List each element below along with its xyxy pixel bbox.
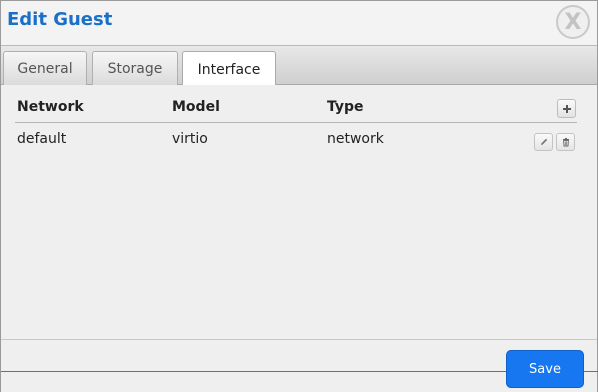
cell-type: network xyxy=(327,131,384,147)
save-button[interactable]: Save xyxy=(506,350,584,388)
column-header-type: Type xyxy=(327,99,364,115)
edit-interface-button[interactable] xyxy=(534,133,553,151)
close-icon: X xyxy=(564,9,582,35)
delete-interface-button[interactable] xyxy=(556,133,575,151)
tab-interface[interactable]: Interface xyxy=(182,51,276,87)
pencil-icon xyxy=(540,138,547,145)
plus-icon xyxy=(562,104,571,113)
cell-model: virtio xyxy=(172,131,208,147)
trash-icon xyxy=(562,138,569,147)
close-button[interactable]: X xyxy=(556,5,590,39)
interface-panel: Network Model Type default virtio networ… xyxy=(1,85,597,339)
tab-bar: General Storage Interface xyxy=(1,45,597,87)
dialog-title: Edit Guest xyxy=(7,9,113,30)
column-header-model: Model xyxy=(172,99,220,115)
cell-network: default xyxy=(17,131,67,147)
edit-guest-dialog: Edit Guest X General Storage Interface N… xyxy=(0,0,598,392)
dialog-titlebar: Edit Guest X xyxy=(1,1,597,45)
tab-general[interactable]: General xyxy=(3,51,87,86)
add-interface-button[interactable] xyxy=(557,99,576,118)
column-header-network: Network xyxy=(17,99,84,115)
grid-header: Network Model Type xyxy=(15,95,577,123)
table-row: default virtio network xyxy=(15,129,577,151)
tab-storage[interactable]: Storage xyxy=(92,51,178,86)
